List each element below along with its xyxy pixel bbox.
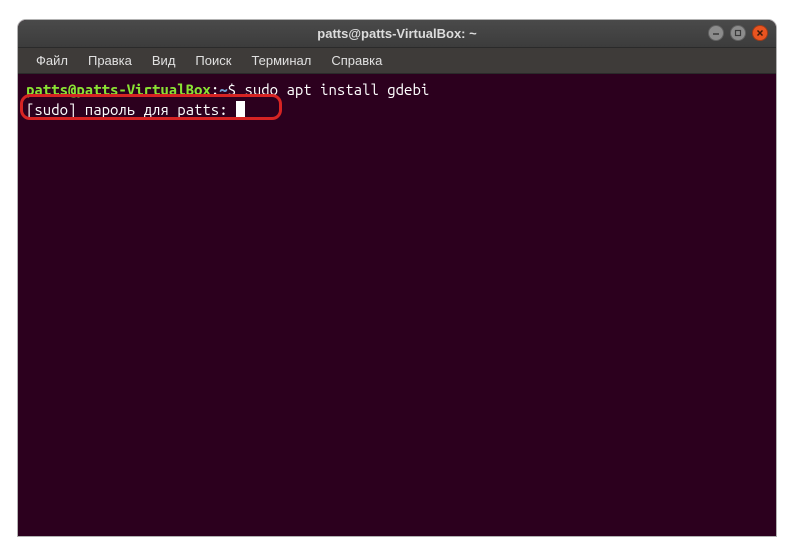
terminal-line-1: patts@patts-VirtualBox:~$ sudo apt insta… <box>26 80 768 100</box>
titlebar[interactable]: patts@patts-VirtualBox: ~ <box>18 20 776 48</box>
terminal-window: patts@patts-VirtualBox: ~ Файл Правка Ви… <box>18 20 776 536</box>
maximize-icon <box>734 29 742 37</box>
minimize-icon <box>712 29 720 37</box>
terminal-body[interactable]: patts@patts-VirtualBox:~$ sudo apt insta… <box>18 74 776 536</box>
menu-view[interactable]: Вид <box>144 50 184 71</box>
prompt-char: $ <box>228 81 245 98</box>
terminal-line-2: [sudo] пароль для patts: <box>26 100 768 120</box>
cursor <box>236 101 245 117</box>
menubar: Файл Правка Вид Поиск Терминал Справка <box>18 48 776 74</box>
menu-edit[interactable]: Правка <box>80 50 140 71</box>
window-title: patts@patts-VirtualBox: ~ <box>317 26 476 41</box>
command-text: sudo apt install gdebi <box>244 81 429 98</box>
minimize-button[interactable] <box>708 25 724 41</box>
window-controls <box>708 25 768 41</box>
close-icon <box>756 29 764 37</box>
menu-search[interactable]: Поиск <box>187 50 239 71</box>
prompt-path: ~ <box>219 81 227 98</box>
menu-file[interactable]: Файл <box>28 50 76 71</box>
maximize-button[interactable] <box>730 25 746 41</box>
menu-terminal[interactable]: Терминал <box>243 50 319 71</box>
prompt-colon: : <box>211 81 219 98</box>
menu-help[interactable]: Справка <box>323 50 390 71</box>
prompt-user-host: patts@patts-VirtualBox <box>26 81 211 98</box>
sudo-prompt: [sudo] пароль для patts: <box>26 101 236 118</box>
close-button[interactable] <box>752 25 768 41</box>
